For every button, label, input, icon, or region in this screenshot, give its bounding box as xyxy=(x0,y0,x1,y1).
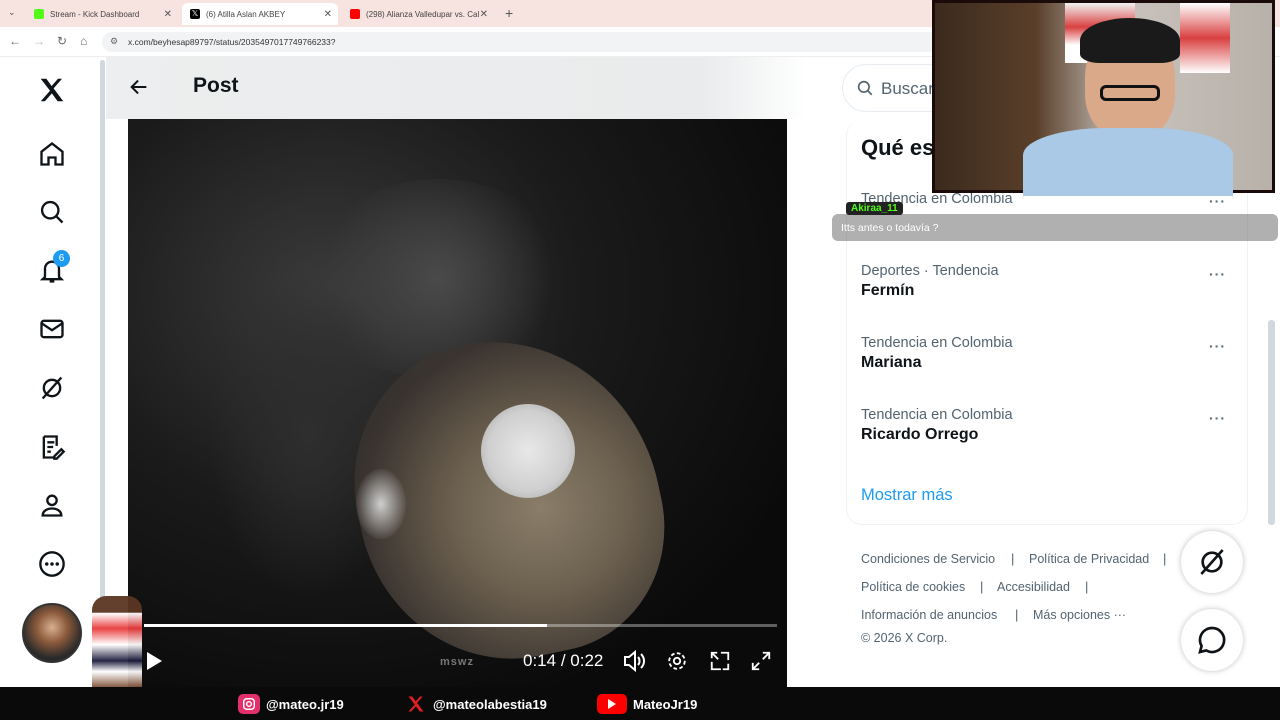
tab-youtube[interactable]: (298) Alianza Valledupar vs. Cal ✕ xyxy=(342,3,494,25)
messages-button[interactable] xyxy=(1181,609,1243,671)
footer-accessibility-link[interactable]: Accesibilidad xyxy=(997,580,1070,594)
play-icon[interactable] xyxy=(142,649,166,673)
search-icon[interactable] xyxy=(36,196,68,228)
search-placeholder: Buscar xyxy=(881,79,934,98)
social-x: @mateolabestia19 xyxy=(405,694,547,714)
footer-separator: | xyxy=(1011,551,1015,566)
close-tab-icon[interactable]: ✕ xyxy=(480,9,488,20)
more-options-icon[interactable] xyxy=(36,548,68,580)
chat-bubble-icon xyxy=(1198,626,1226,654)
streamer-avatar xyxy=(22,603,82,663)
trend-item[interactable]: Tendencia en Colombia Ricardo Orrego xyxy=(861,407,1241,444)
x-handle: @mateolabestia19 xyxy=(433,696,547,712)
footer-terms-link[interactable]: Condiciones de Servicio xyxy=(861,552,995,566)
trend-context: Deportes · Tendencia xyxy=(861,263,999,279)
youtube-handle: MateoJr19 xyxy=(633,696,698,712)
chat-message-text: Itts antes o todavía ? xyxy=(841,222,939,234)
footer-separator: | xyxy=(1015,607,1019,622)
tab-title: (298) Alianza Valledupar vs. Cal xyxy=(366,9,480,19)
time-separator: / xyxy=(556,651,571,670)
webcam-overlay xyxy=(932,0,1275,196)
profile-icon[interactable] xyxy=(36,489,68,521)
instagram-handle: @mateo.jr19 xyxy=(266,696,344,712)
footer-cookies-link[interactable]: Política de cookies xyxy=(861,580,965,594)
trends-heading: Qué es xyxy=(861,135,935,160)
grok-button[interactable] xyxy=(1181,531,1243,593)
video-progress-fill xyxy=(144,624,547,627)
home-icon[interactable]: ⌂ xyxy=(80,34,87,48)
left-navigation xyxy=(0,57,104,687)
youtube-icon xyxy=(350,9,360,19)
video-time: 0:14 / 0:22 xyxy=(523,651,603,671)
lists-icon[interactable] xyxy=(36,431,68,463)
duration: 0:22 xyxy=(570,651,604,670)
instagram-icon xyxy=(238,694,260,714)
close-tab-icon[interactable]: ✕ xyxy=(164,9,172,20)
tab-x-post[interactable]: 𝕏 (6) Atilla Aslan AKBEY ✕ xyxy=(182,3,338,25)
back-arrow-icon[interactable] xyxy=(128,76,150,103)
url-text: x.com/beyhesap89797/status/2035497017749… xyxy=(128,37,336,47)
video-frame-highlight xyxy=(356,469,406,539)
site-info-icon[interactable]: ⚙ xyxy=(110,36,118,47)
footer-separator: | xyxy=(1085,579,1089,594)
messages-envelope-icon[interactable] xyxy=(36,313,68,345)
picture-in-picture-icon[interactable] xyxy=(708,649,732,673)
back-icon[interactable]: ← xyxy=(9,34,21,48)
streamer-hair xyxy=(1080,18,1180,63)
social-youtube: MateoJr19 xyxy=(597,694,697,714)
streamer-glasses xyxy=(1100,85,1160,101)
trend-context: Tendencia en Colombia xyxy=(861,335,1013,351)
x-logo-icon: 𝕏 xyxy=(190,9,200,19)
settings-gear-icon[interactable] xyxy=(665,649,689,673)
trend-more-icon[interactable]: ··· xyxy=(1209,338,1226,354)
video-player[interactable]: mswz 0:14 / 0:22 xyxy=(128,119,787,687)
trend-more-icon[interactable]: ··· xyxy=(1209,266,1226,282)
trend-item[interactable]: Tendencia en Colombia Mariana xyxy=(861,335,1241,372)
trend-name: Fermín xyxy=(861,282,915,299)
home-icon[interactable] xyxy=(36,138,68,170)
scrollbar[interactable] xyxy=(100,60,105,600)
page-title: Post xyxy=(193,74,239,97)
notification-count-badge: 6 xyxy=(53,250,70,267)
reload-icon[interactable]: ↻ xyxy=(57,34,67,48)
trend-name: Mariana xyxy=(861,354,922,371)
tab-kick-dashboard[interactable]: Stream - Kick Dashboard ✕ xyxy=(26,3,178,25)
trend-more-icon[interactable]: ··· xyxy=(1209,410,1226,426)
footer-separator: | xyxy=(980,579,984,594)
tab-title: (6) Atilla Aslan AKBEY xyxy=(206,9,286,19)
show-more-link[interactable]: Mostrar más xyxy=(861,486,953,505)
trend-item[interactable]: Deportes · Tendencia Fermín xyxy=(861,263,1241,300)
video-frame-badge-patch xyxy=(481,404,575,498)
grok-icon[interactable] xyxy=(36,372,68,404)
search-icon xyxy=(856,79,874,102)
trend-name: Ricardo Orrego xyxy=(861,426,979,443)
volume-icon[interactable] xyxy=(623,649,647,673)
youtube-icon xyxy=(597,694,627,714)
trend-context: Tendencia en Colombia xyxy=(861,407,1013,423)
video-progress-bar[interactable] xyxy=(144,624,777,627)
kick-icon xyxy=(34,9,44,19)
footer-more-link[interactable]: Más opciones ··· xyxy=(1033,608,1126,622)
footer-ads-info-link[interactable]: Información de anuncios xyxy=(861,608,997,622)
footer-separator: | xyxy=(1163,551,1167,566)
social-instagram: @mateo.jr19 xyxy=(238,694,344,714)
grok-icon xyxy=(1200,549,1224,575)
fullscreen-icon[interactable] xyxy=(749,649,773,673)
tab-title: Stream - Kick Dashboard xyxy=(50,9,140,19)
close-tab-icon[interactable]: ✕ xyxy=(324,9,332,20)
video-watermark: mswz xyxy=(440,656,474,668)
x-logo-icon xyxy=(405,694,427,714)
x-logo-icon[interactable] xyxy=(36,74,68,106)
streamer-shirt xyxy=(1023,128,1233,196)
chat-username: Akiraa_11 xyxy=(846,202,903,215)
new-tab-icon[interactable]: + xyxy=(505,5,513,21)
footer-copyright: © 2026 X Corp. xyxy=(861,631,948,645)
current-time: 0:14 xyxy=(523,651,557,670)
jersey-decoration xyxy=(1180,3,1230,73)
footer-privacy-link[interactable]: Política de Privacidad xyxy=(1029,552,1149,566)
scrollbar[interactable] xyxy=(1268,320,1275,525)
tab-list-chevron-icon[interactable]: ⌄ xyxy=(8,7,16,18)
forward-icon[interactable]: → xyxy=(33,34,45,48)
